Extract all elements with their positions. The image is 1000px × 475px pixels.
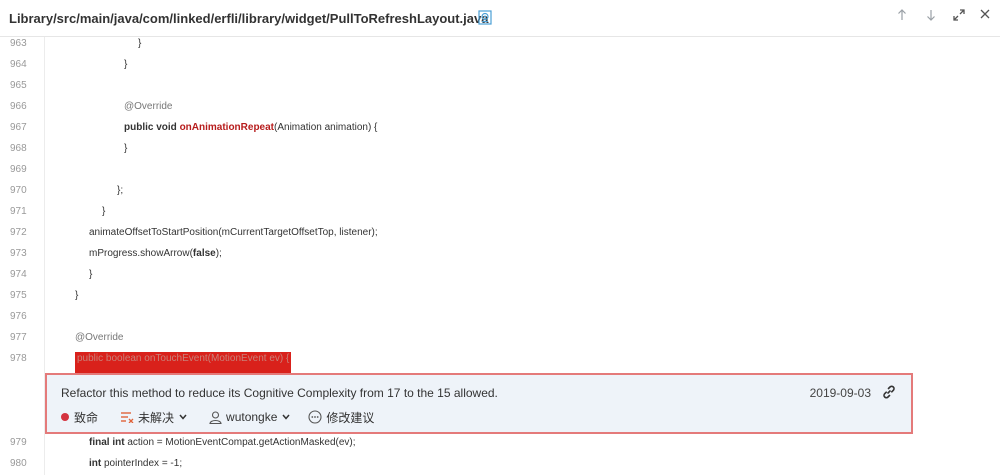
line-number[interactable]: 976: [0, 310, 38, 331]
method-name: onAnimationRepeat: [179, 122, 275, 133]
line-number[interactable]: 970: [0, 184, 38, 205]
issue-box: Refactor this method to reduce its Cogni…: [45, 373, 913, 434]
code-line: 963 }: [0, 37, 1000, 58]
chevron-down-icon: [179, 414, 187, 420]
issue-meta: 致命 未解决 wutongke 修改建议: [61, 408, 374, 426]
code-text: }: [124, 143, 128, 154]
annotation-text: @Override: [124, 101, 173, 112]
code-keyword: final int: [89, 437, 125, 448]
file-pin-icon[interactable]: [478, 10, 492, 25]
link-icon[interactable]: [881, 384, 897, 400]
code-line: 964 }: [0, 58, 1000, 79]
code-text: (Animation animation) {: [274, 122, 378, 133]
line-number[interactable]: 979: [0, 436, 38, 457]
line-number[interactable]: 967: [0, 121, 38, 142]
line-number[interactable]: 980: [0, 457, 38, 475]
code-line: 975 }: [0, 289, 1000, 310]
line-number[interactable]: 966: [0, 100, 38, 121]
status-label: 未解决: [138, 410, 175, 425]
line-number[interactable]: 963: [0, 37, 38, 58]
severity-icon: [61, 413, 69, 421]
line-number[interactable]: 972: [0, 226, 38, 247]
code-text: action = MotionEventCompat.getActionMask…: [124, 437, 356, 448]
line-number[interactable]: 969: [0, 163, 38, 184]
line-number[interactable]: 968: [0, 142, 38, 163]
line-number[interactable]: 971: [0, 205, 38, 226]
code-text: }: [89, 269, 93, 280]
code-keyword: int: [89, 458, 102, 469]
code-text: pointerIndex = -1;: [101, 458, 183, 469]
up-arrow-icon[interactable]: [893, 9, 911, 27]
code-text: );: [215, 248, 222, 259]
code-line: 970 };: [0, 184, 1000, 205]
annotation-text: @Override: [75, 332, 124, 343]
code-line: 979 final int action = MotionEventCompat…: [0, 436, 1000, 457]
highlighted-issue-line[interactable]: public boolean onTouchEvent(MotionEvent …: [75, 352, 292, 373]
code-line: 967 public void onAnimationRepeat(Animat…: [0, 121, 1000, 142]
line-number[interactable]: 974: [0, 268, 38, 289]
code-line: 966 @Override: [0, 100, 1000, 121]
user-icon: [209, 410, 222, 424]
code-line: 974 }: [0, 268, 1000, 289]
code-line: 978 public boolean onTouchEvent(MotionEv…: [0, 352, 1000, 373]
unresolved-icon: [121, 412, 134, 423]
line-number[interactable]: 964: [0, 58, 38, 79]
line-number[interactable]: 975: [0, 289, 38, 310]
suggest-button[interactable]: 修改建议: [308, 409, 374, 426]
code-text: }: [102, 206, 106, 217]
line-number[interactable]: 965: [0, 79, 38, 100]
file-path: Library/src/main/java/com/linked/erfli/l…: [9, 11, 489, 26]
code-text: }: [138, 38, 142, 49]
code-keyword: false: [192, 248, 216, 259]
issue-date: 2019-09-03: [809, 386, 871, 400]
code-line: 973 mProgress.showArrow(false);: [0, 247, 1000, 268]
code-line: 980 int pointerIndex = -1;: [0, 457, 1000, 475]
chevron-down-icon: [282, 414, 290, 420]
code-line: 971 }: [0, 205, 1000, 226]
code-line: 965: [0, 79, 1000, 100]
close-icon[interactable]: [976, 9, 994, 27]
code-line: 969: [0, 163, 1000, 184]
line-number[interactable]: 973: [0, 247, 38, 268]
severity-badge[interactable]: 致命: [61, 409, 98, 426]
code-line: 976: [0, 310, 1000, 331]
code-line: 972 animateOffsetToStartPosition(mCurren…: [0, 226, 1000, 247]
code-text: mProgress.showArrow(: [89, 248, 193, 259]
code-text: };: [117, 185, 124, 196]
suggest-label: 修改建议: [326, 410, 375, 425]
line-number[interactable]: 977: [0, 331, 38, 352]
comment-icon: [308, 410, 322, 424]
code-text: }: [75, 290, 79, 301]
expand-icon[interactable]: [950, 9, 968, 27]
line-number[interactable]: 978: [0, 352, 38, 373]
code-line: 977 @Override: [0, 331, 1000, 352]
issue-message[interactable]: Refactor this method to reduce its Cogni…: [61, 386, 498, 400]
assignee-dropdown[interactable]: wutongke: [209, 410, 294, 424]
code-text: animateOffsetToStartPosition(mCurrentTar…: [89, 227, 378, 238]
severity-label: 致命: [74, 410, 99, 425]
code-line: 968 }: [0, 142, 1000, 163]
code-text: }: [124, 59, 128, 70]
file-header: Library/src/main/java/com/linked/erfli/l…: [0, 0, 1000, 37]
status-dropdown[interactable]: 未解决: [120, 409, 191, 426]
code-keyword: public void: [124, 122, 180, 133]
assignee-label: wutongke: [226, 410, 278, 424]
down-arrow-icon[interactable]: [922, 9, 940, 27]
